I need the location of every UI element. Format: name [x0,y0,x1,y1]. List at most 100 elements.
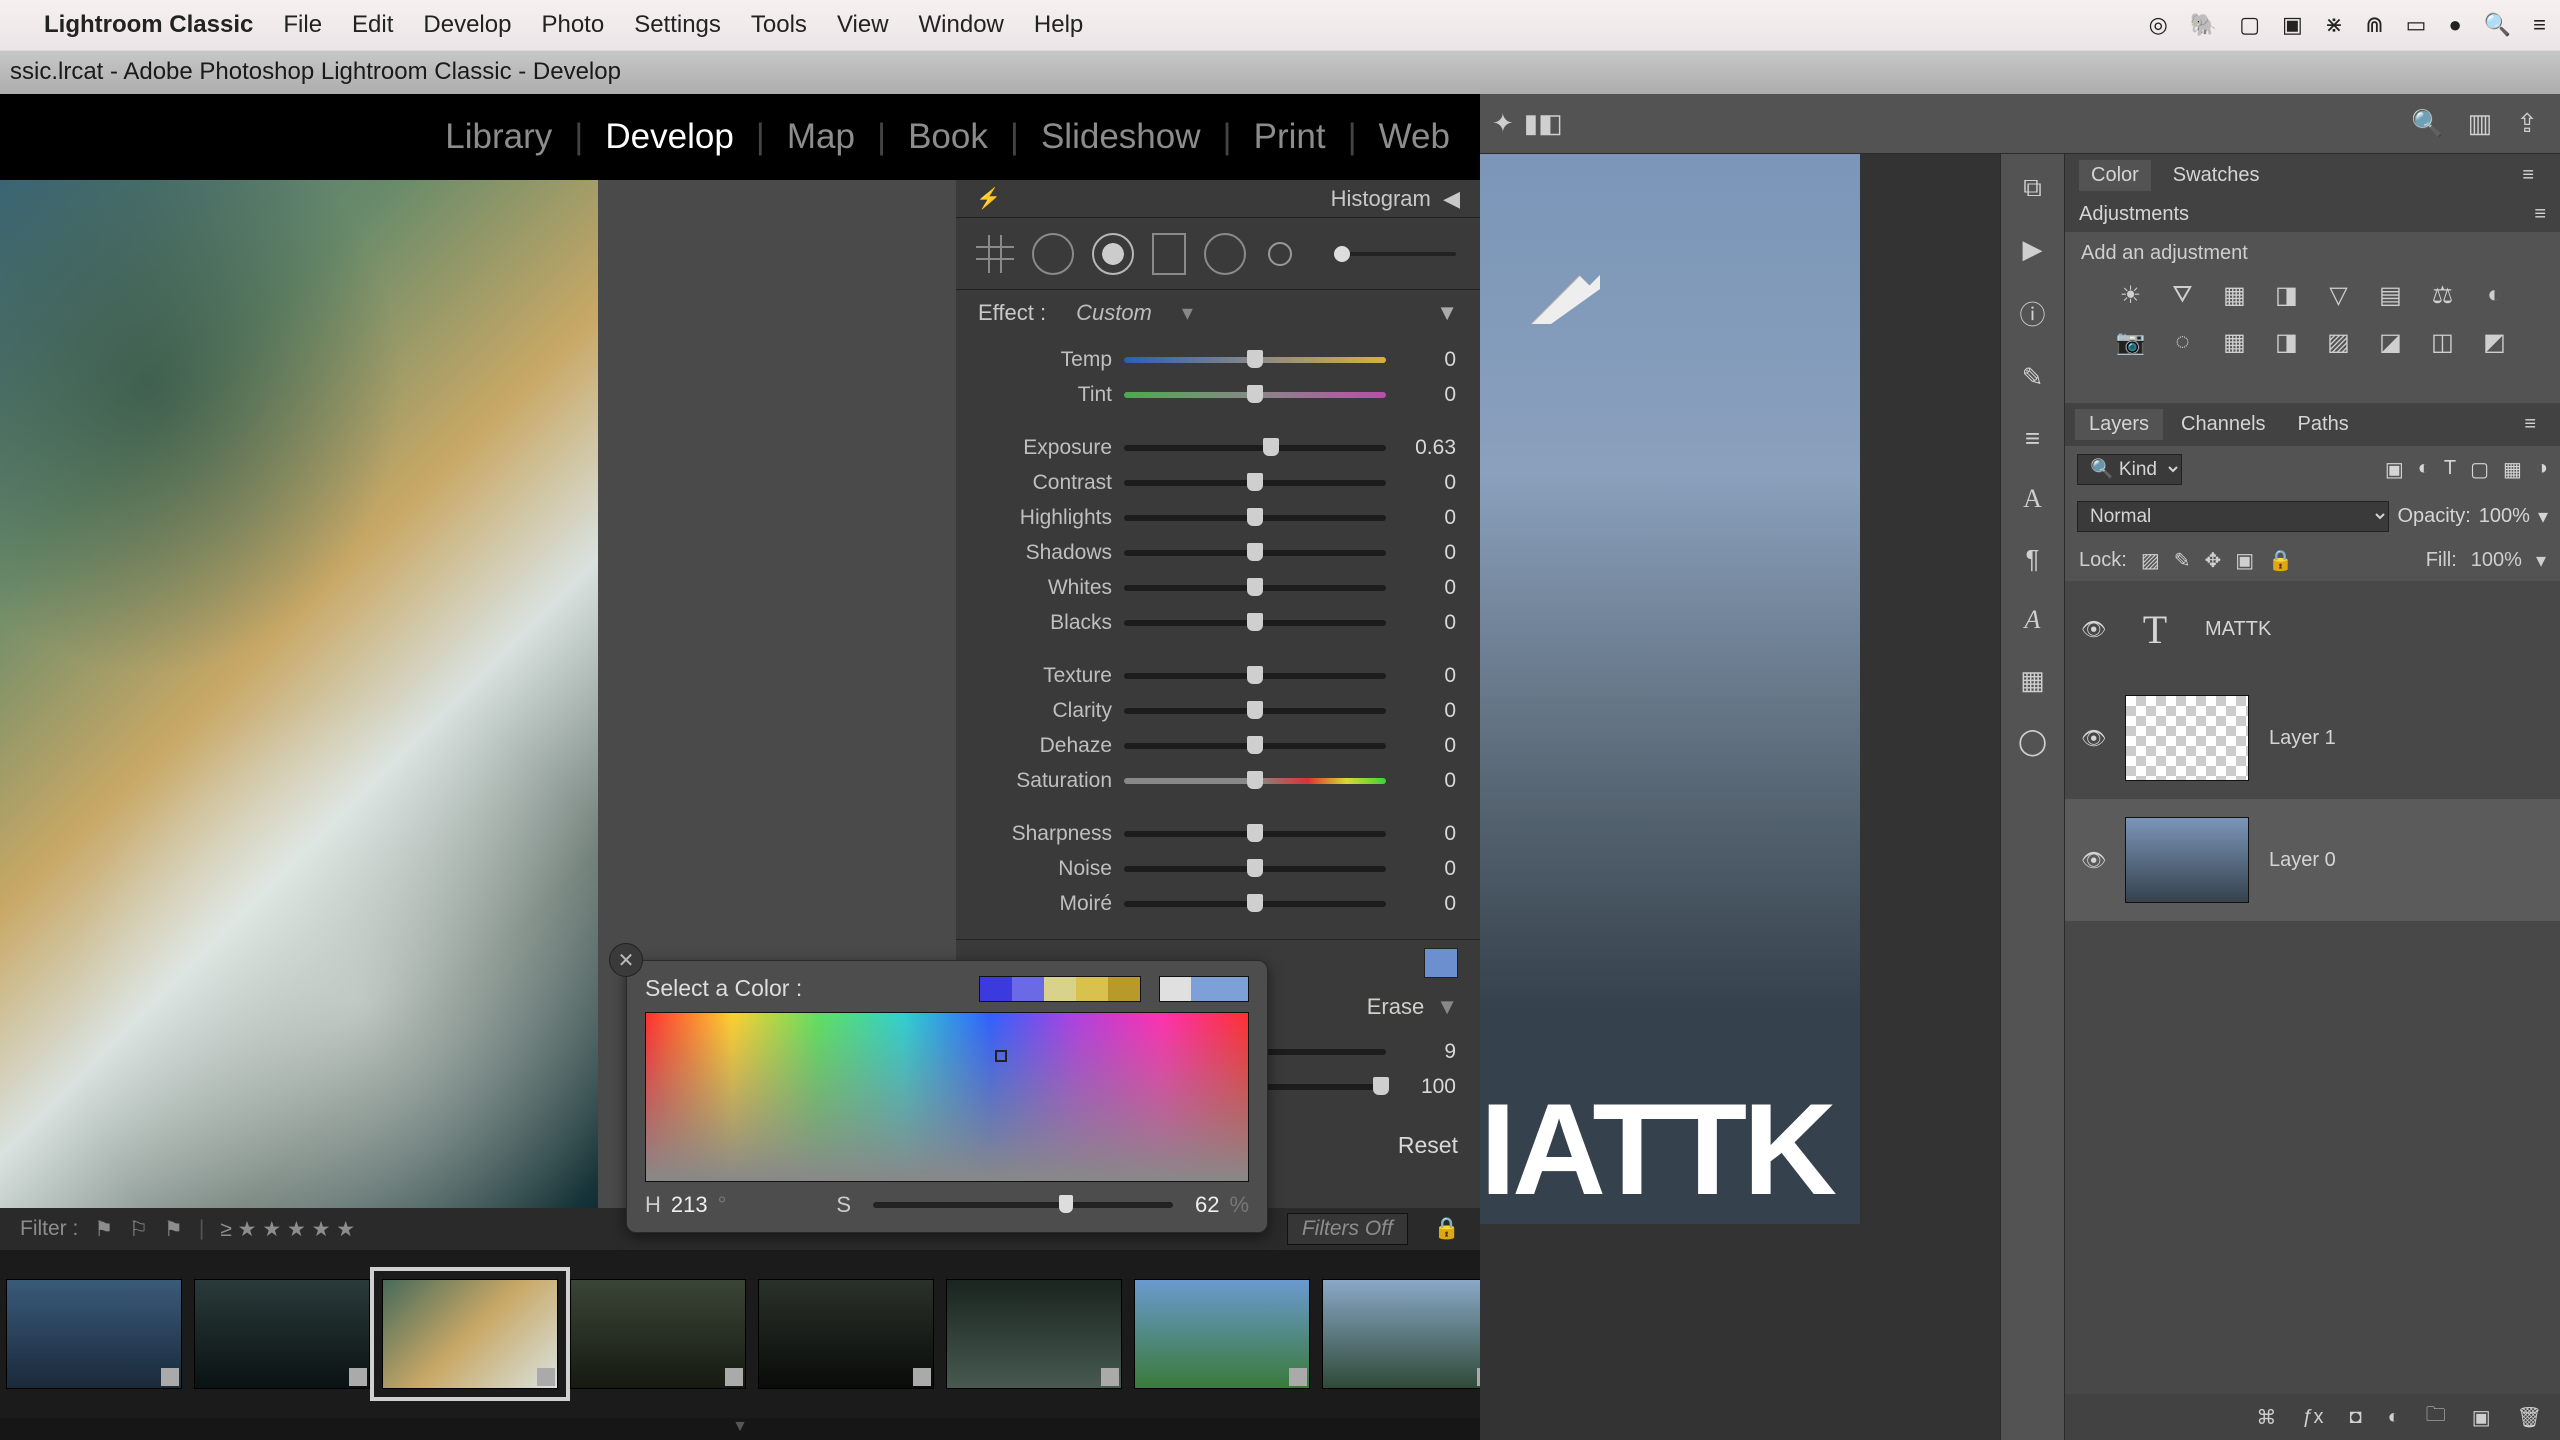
module-develop[interactable]: Develop [605,117,733,157]
selective-icon[interactable]: ◩ [2478,328,2512,357]
filters-off[interactable]: Filters Off [1287,1213,1408,1245]
crop-tool-icon[interactable] [976,235,1014,273]
thumb[interactable] [1134,1279,1310,1389]
tab-paths[interactable]: Paths [2284,409,2363,440]
lock-pos-icon[interactable]: ✥ [2204,548,2221,573]
cc-icon[interactable]: ● [2448,12,2461,38]
sat-slider[interactable] [873,1202,1173,1208]
lock-icon[interactable]: 🔒 [1434,1217,1460,1241]
tab-color[interactable]: Color [2079,160,2151,191]
module-web[interactable]: Web [1379,117,1450,157]
shadows-slider[interactable] [1124,550,1386,556]
hamburger-icon[interactable]: ≡ [2533,12,2546,38]
photo-icon[interactable]: 📷 [2114,328,2148,357]
curves-icon[interactable]: ▦ [2218,281,2252,310]
erase-collapse-icon[interactable]: ▼ [1436,994,1458,1020]
filter-img-icon[interactable]: ▣ [2385,457,2404,482]
mixer-icon[interactable]: ◌ [2166,328,2200,357]
display-icon[interactable]: ▣ [2282,12,2303,38]
whites-slider[interactable] [1124,585,1386,591]
hist-icon[interactable]: ⧉ [2023,172,2042,204]
tint-slider[interactable] [1124,392,1386,398]
lock-all-icon[interactable]: 🔒 [2268,548,2293,573]
lib-icon[interactable]: ▦ [2020,665,2045,696]
tab-layers[interactable]: Layers [2075,409,2163,440]
current-color-swatch[interactable] [1424,948,1458,978]
color-marker[interactable] [995,1050,1007,1062]
adj-icon[interactable]: ◐ [2388,1406,2400,1429]
module-book[interactable]: Book [908,117,988,157]
radial-tool-icon[interactable] [1092,233,1134,275]
invert-icon[interactable]: ◨ [2270,328,2304,357]
filter-smart-icon[interactable]: ▦ [2503,457,2522,482]
workspace-icon[interactable]: ▥ [2468,108,2493,139]
panel-menu-icon[interactable]: ≡ [2510,160,2546,191]
glyph-icon[interactable]: A [2025,605,2041,635]
lock-art-icon[interactable]: ▣ [2235,548,2254,573]
module-library[interactable]: Library [445,117,552,157]
brush-size-slider[interactable] [1334,252,1456,256]
opacity-value[interactable]: 100% [2479,505,2530,528]
wifi-icon[interactable]: ⋒ [2365,12,2383,38]
thumb[interactable] [570,1279,746,1389]
module-map[interactable]: Map [787,117,855,157]
gear-icon[interactable]: ✦ [1492,108,1514,139]
layer-row[interactable]: 👁 T MATTK [2065,581,2560,677]
thumb[interactable] [758,1279,934,1389]
threshold-icon[interactable]: ◪ [2374,328,2408,357]
text-layer[interactable]: IATTK [1480,1074,1833,1224]
panel-collapse-icon[interactable]: ▼ [1436,300,1458,326]
app-name[interactable]: Lightroom Classic [44,11,253,39]
reset-button[interactable]: Reset [1398,1132,1458,1159]
flag-icon[interactable]: ⚑ [94,1217,113,1242]
brush-tool-icon[interactable] [1268,242,1292,266]
tab-swatches[interactable]: Swatches [2161,160,2272,191]
close-icon[interactable]: ✕ [609,943,643,977]
flag-x-icon[interactable]: ⚑ [164,1217,183,1242]
menu-tools[interactable]: Tools [751,11,807,39]
search-icon[interactable]: 🔍 [2411,108,2443,139]
play-icon[interactable]: ▶ [2023,234,2043,265]
clarity-slider[interactable] [1124,708,1386,714]
spotlight-icon[interactable]: 🔍 [2484,12,2511,38]
menu-develop[interactable]: Develop [423,11,511,39]
menu-settings[interactable]: Settings [634,11,721,39]
thumb[interactable] [194,1279,370,1389]
menu-view[interactable]: View [837,11,889,39]
visibility-icon[interactable]: 👁 [2081,848,2105,873]
grad-tool-icon[interactable] [1152,233,1186,275]
preview-image[interactable] [0,180,598,1208]
dehaze-slider[interactable] [1124,743,1386,749]
layer-name[interactable]: Layer 1 [2269,727,2336,750]
screen-icon[interactable]: ▢ [2239,12,2260,38]
camera-icon[interactable]: ▮◧ [1524,108,1563,139]
panel-menu-icon[interactable]: ≡ [2534,203,2546,226]
poster-icon[interactable]: ▨ [2322,328,2356,357]
mask-icon[interactable]: ◘ [2350,1406,2362,1429]
hue-icon[interactable]: ▤ [2374,281,2408,310]
type-icon[interactable]: A [2023,484,2042,514]
vibrance-icon[interactable]: ▽ [2322,281,2356,310]
menu-file[interactable]: File [283,11,322,39]
sliders-icon[interactable]: ≡ [2025,423,2040,454]
tray-icon[interactable]: ◎ [2149,12,2168,38]
filter-adj-icon[interactable]: ◐ [2418,457,2430,482]
bt-icon[interactable]: ⋇ [2325,12,2343,38]
thumb[interactable] [946,1279,1122,1389]
blend-mode[interactable]: Normal [2077,501,2389,532]
brush-icon[interactable]: ✎ [2022,362,2044,393]
lookup-icon[interactable]: ▦ [2218,328,2252,357]
exposure-icon[interactable]: ◨ [2270,281,2304,310]
module-print[interactable]: Print [1254,117,1326,157]
layer-row-selected[interactable]: 👁 Layer 0 [2065,799,2560,921]
saturation-slider[interactable] [1124,778,1386,784]
info-icon[interactable]: ⓘ [2019,295,2045,332]
panel-menu-icon[interactable]: ≡ [2510,409,2550,440]
flag-off-icon[interactable]: ⚐ [129,1217,148,1242]
trash-icon[interactable]: 🗑 [2517,1405,2542,1430]
preset-swatches[interactable] [979,976,1141,1002]
thumb-selected[interactable] [382,1279,558,1389]
link-icon[interactable]: ⌘ [2256,1405,2276,1430]
para-icon[interactable]: ¶ [2026,544,2040,575]
folder-icon[interactable]: 🗀 [2426,1400,2446,1434]
